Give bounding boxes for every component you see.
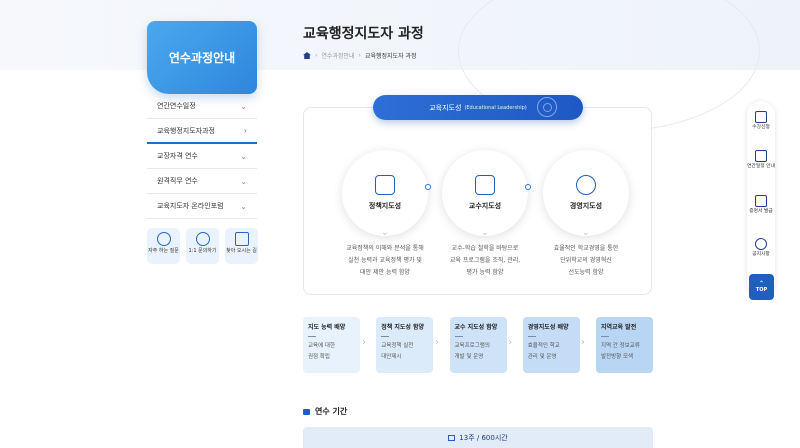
step-card: 지역교육 발전 지역 간 정보교류 발전방향 모색 xyxy=(596,317,653,373)
chevron-right-icon: › xyxy=(435,337,439,348)
step-title: 교수 지도성 함양 xyxy=(454,324,498,331)
sidebar-menu: 연간연수일정 ⌄ 교육행정지도자과정 › 교장자격 연수 ⌄ 원격직무 연수 ⌄… xyxy=(147,94,257,219)
period-box: 13주 / 600시간 xyxy=(303,427,653,448)
step-card: 지도 능력 배양 교육에 대한 권점 확립 xyxy=(303,317,360,373)
chevron-right-icon: › xyxy=(581,337,585,348)
right-calendar-button[interactable]: 연간일정 안내 xyxy=(747,150,775,170)
home-icon[interactable] xyxy=(303,52,311,59)
sidebar-item-label: 교육행정지도자과정 xyxy=(157,126,215,135)
pillar-description: 교수-학습 철학을 바탕으로 교육 프로그램을 조직, 관리, 평가 능력 함양 xyxy=(449,245,521,276)
apply-icon xyxy=(755,111,767,123)
calendar-icon xyxy=(448,434,456,441)
pillar-label: 경영지도성 xyxy=(569,202,603,210)
sidebar-title: 연수과정안내 xyxy=(168,51,236,65)
chevron-right-icon: › xyxy=(243,126,247,135)
right-notice-button[interactable]: 공지사항 xyxy=(747,238,775,258)
scroll-top-button[interactable]: ⌃ TOP xyxy=(749,274,774,300)
step-card: 경영지도성 배양 효율적인 학교 관리 및 운영 xyxy=(522,317,580,373)
step-title: 지도 능력 배양 xyxy=(308,324,346,331)
sidebar-item-annual-schedule[interactable]: 연간연수일정 ⌄ xyxy=(147,94,257,119)
section-heading-period: 연수 기간 xyxy=(303,406,347,417)
step-title: 정책 지도성 함양 xyxy=(381,324,425,331)
divider xyxy=(527,336,536,337)
calendar-icon xyxy=(755,150,767,162)
quick-inquiry-button[interactable]: 1:1 문의하기 xyxy=(186,228,219,264)
breadcrumb-separator: › xyxy=(315,52,318,59)
quick-faq-button[interactable]: 자주 하는 질문 xyxy=(147,228,180,264)
sidebar-item-admin-leader-course[interactable]: 교육행정지도자과정 › xyxy=(147,119,257,144)
target-icon xyxy=(537,97,557,117)
divider xyxy=(381,336,390,337)
chevron-down-icon: ⌄ xyxy=(240,101,247,111)
breadcrumb-separator: › xyxy=(358,52,361,59)
page-title: 교육행정지도자 과정 xyxy=(303,26,424,42)
chevron-down-icon: ⌄ xyxy=(481,228,489,238)
certificate-icon xyxy=(755,195,767,207)
chevron-down-icon: ⌄ xyxy=(582,228,590,238)
pillar-management: 경영지도성 xyxy=(543,150,629,236)
pillar-description: 효율적인 학교경영을 통한 단위학교의 경영혁신 선도능력 함양 xyxy=(553,245,619,276)
sidebar-item-remote-training[interactable]: 원격직무 연수 ⌄ xyxy=(147,169,257,194)
pillar-policy: 정책지도성 xyxy=(342,150,428,236)
chevron-right-icon: › xyxy=(362,337,366,348)
map-icon xyxy=(234,232,249,246)
pillar-teaching: 교수지도성 xyxy=(442,150,528,236)
right-apply-button[interactable]: 수강신청 xyxy=(747,111,775,131)
divider xyxy=(308,336,316,337)
step-card: 정책 지도성 함양 교육정책 실천 대안제시 xyxy=(376,317,434,373)
quick-links: 자주 하는 질문 1:1 문의하기 찾아 오시는 길 xyxy=(147,228,258,264)
pillar-label: 정책지도성 xyxy=(368,202,402,210)
step-card: 교수 지도성 함양 교육프로그램의 개발 및 운영 xyxy=(449,317,507,373)
book-icon xyxy=(303,408,310,415)
sidebar-item-label: 교장자격 연수 xyxy=(157,152,198,160)
inquiry-icon xyxy=(195,232,210,246)
chevron-down-icon: ⌄ xyxy=(240,201,247,211)
chevron-right-icon: › xyxy=(508,337,512,348)
quick-label: 1:1 문의하기 xyxy=(188,248,217,254)
period-value: 13주 / 600시간 xyxy=(459,433,508,442)
leadership-title: 교육지도성 xyxy=(429,103,462,112)
divider xyxy=(601,336,609,337)
chevron-down-icon: ⌄ xyxy=(240,151,247,161)
sidebar-title-badge: 연수과정안내 xyxy=(147,21,257,94)
step-title: 지역교육 발전 xyxy=(601,324,637,331)
pillar-label: 교수지도성 xyxy=(468,202,502,210)
breadcrumb: › 연수과정안내 › 교육행정지도자 과정 xyxy=(303,51,417,60)
policy-book-icon xyxy=(375,175,395,195)
sidebar-item-principal-qualification[interactable]: 교장자격 연수 ⌄ xyxy=(147,144,257,169)
step-title: 경영지도성 배양 xyxy=(527,324,569,331)
pillar-description: 교육정책의 이해와 분석을 통해 실천 능력과 교육정책 평가 및 대안 제안 … xyxy=(346,245,424,276)
breadcrumb-item[interactable]: 연수과정안내 xyxy=(321,51,354,60)
quick-map-button[interactable]: 찾아 오시는 길 xyxy=(225,228,258,264)
right-certificate-button[interactable]: 증명서 발급 xyxy=(747,195,775,215)
management-hand-icon xyxy=(576,175,596,195)
quick-label: 찾아 오시는 길 xyxy=(226,248,257,254)
breadcrumb-current: 교육행정지도자 과정 xyxy=(364,53,417,60)
leadership-subtitle: (Educational Leadership) xyxy=(464,104,527,111)
chevron-down-icon: ⌄ xyxy=(381,228,389,238)
goal-steps: 지도 능력 배양 교육에 대한 권점 확립 정책 지도성 함양 교육정책 실천 … xyxy=(303,317,653,373)
sidebar-item-label: 원격직무 연수 xyxy=(157,177,198,185)
chevron-down-icon: ⌄ xyxy=(240,176,247,186)
sidebar-item-label: 연간연수일정 xyxy=(157,102,196,110)
connector-dot xyxy=(425,184,431,190)
quick-label: 자주 하는 질문 xyxy=(148,248,179,254)
teaching-board-icon xyxy=(475,175,495,195)
sidebar-item-label: 교육지도자 온라인포럼 xyxy=(157,202,224,210)
divider xyxy=(454,336,463,337)
megaphone-icon xyxy=(755,238,767,250)
faq-icon xyxy=(156,232,171,246)
connector-dot xyxy=(525,184,531,190)
sidebar-item-online-forum[interactable]: 교육지도자 온라인포럼 ⌄ xyxy=(147,194,257,219)
